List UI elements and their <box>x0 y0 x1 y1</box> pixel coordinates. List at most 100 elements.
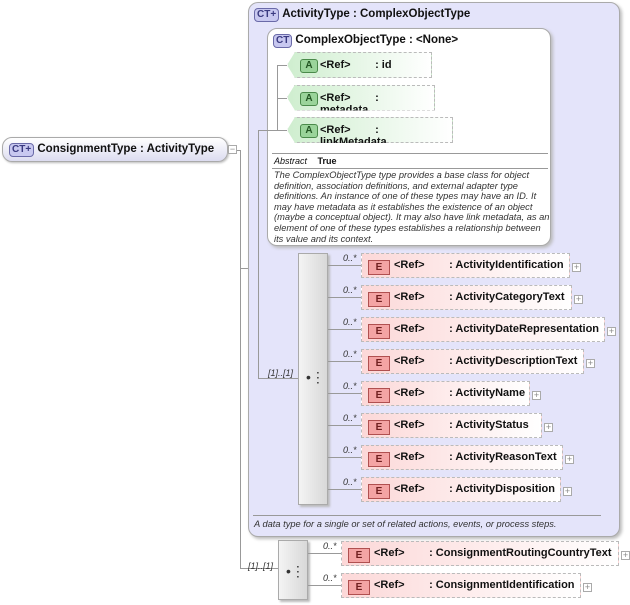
element-node[interactable]: E <Ref> : ConsignmentIdentification <box>341 573 581 598</box>
element-node[interactable]: E <Ref> : ActivityName <box>361 381 530 406</box>
connector <box>240 150 241 568</box>
divider <box>272 153 548 154</box>
connector <box>328 265 361 266</box>
complex-type-icon: CT+ <box>9 143 35 157</box>
expand-button[interactable]: + <box>583 583 592 592</box>
element-icon: E <box>368 356 390 371</box>
element-icon: E <box>348 580 370 595</box>
element-node[interactable]: E <Ref> : ActivityIdentification <box>361 253 570 278</box>
divider <box>272 168 548 169</box>
complex-object-type-title: ComplexObjectType : <None> <box>295 34 459 46</box>
sequence-icon: •⋮ <box>306 369 325 385</box>
element-ref: <Ref> <box>394 291 425 303</box>
element-icon: E <box>368 260 390 275</box>
occurrence-label: 0..* <box>343 413 357 423</box>
element-name: : ActivityStatus <box>449 419 529 431</box>
element-ref: <Ref> <box>374 547 405 559</box>
element-ref: <Ref> <box>394 387 425 399</box>
element-ref: <Ref> <box>394 259 425 271</box>
root-type-label: ConsignmentType : ActivityType <box>37 143 215 155</box>
element-ref: <Ref> <box>394 483 425 495</box>
connector <box>258 130 278 131</box>
element-name: : ActivityCategoryText <box>449 291 565 303</box>
divider <box>253 515 601 516</box>
sequence-compositor[interactable]: •⋮ <box>278 540 308 600</box>
element-icon: E <box>368 388 390 403</box>
element-ref: <Ref> <box>394 323 425 335</box>
element-icon: E <box>368 484 390 499</box>
connector <box>328 393 361 394</box>
sequence-occurrence: [1]..[1] <box>268 368 294 378</box>
expand-button[interactable]: + <box>586 359 595 368</box>
connector <box>328 329 361 330</box>
connector <box>328 297 361 298</box>
element-node[interactable]: E <Ref> : ConsignmentRoutingCountryText <box>341 541 619 566</box>
activity-type-title: ActivityType : ComplexObjectType <box>282 8 471 20</box>
abstract-label: Abstract <box>274 156 308 166</box>
element-name: : ConsignmentIdentification <box>429 579 575 591</box>
sequence-occurrence: [1]..[1] <box>248 561 274 571</box>
attribute-node[interactable]: A <Ref> : metadata <box>287 84 435 111</box>
expand-button[interactable]: + <box>565 455 574 464</box>
occurrence-label: 0..* <box>323 541 337 551</box>
expand-button[interactable]: + <box>572 263 581 272</box>
root-type-node[interactable]: CT+ ConsignmentType : ActivityType <box>2 137 228 162</box>
expand-button[interactable]: + <box>544 423 553 432</box>
element-name: : ActivityDateRepresentation <box>449 323 600 335</box>
element-ref: <Ref> <box>394 451 425 463</box>
attribute-ref: <Ref> <box>320 91 351 104</box>
element-icon: E <box>368 452 390 467</box>
element-name: : ActivityReasonText <box>449 451 557 463</box>
attribute-icon: A <box>300 124 318 138</box>
attribute-ref: <Ref> <box>320 59 351 71</box>
connector <box>258 130 259 378</box>
element-node[interactable]: E <Ref> : ActivityDescriptionText <box>361 349 584 374</box>
complex-type-icon: CT <box>273 34 293 48</box>
expand-button[interactable]: + <box>621 551 630 560</box>
element-name: : ActivityName <box>449 387 526 399</box>
connector <box>328 489 361 490</box>
connector <box>328 361 361 362</box>
attribute-name: : id <box>375 59 392 71</box>
connector <box>258 378 298 379</box>
element-name: : ActivityIdentification <box>449 259 564 271</box>
element-node[interactable]: E <Ref> : ActivityDisposition <box>361 477 561 502</box>
occurrence-label: 0..* <box>343 477 357 487</box>
element-node[interactable]: E <Ref> : ActivityCategoryText <box>361 285 572 310</box>
connector <box>277 130 287 131</box>
expand-button[interactable]: + <box>574 295 583 304</box>
sequence-icon: •⋮ <box>286 563 305 579</box>
element-node[interactable]: E <Ref> : ActivityDateRepresentation <box>361 317 605 342</box>
element-icon: E <box>348 548 370 563</box>
element-node[interactable]: E <Ref> : ActivityReasonText <box>361 445 563 470</box>
element-icon: E <box>368 420 390 435</box>
collapse-button[interactable]: − <box>228 145 237 154</box>
occurrence-label: 0..* <box>343 253 357 263</box>
occurrence-label: 0..* <box>343 285 357 295</box>
complex-type-icon: CT+ <box>254 8 280 22</box>
connector <box>328 457 361 458</box>
attribute-icon: A <box>300 59 318 73</box>
expand-button[interactable]: + <box>532 391 541 400</box>
attribute-node[interactable]: A <Ref> : id <box>287 52 432 78</box>
attribute-node[interactable]: A <Ref> : linkMetadata <box>287 117 453 143</box>
element-node[interactable]: E <Ref> : ActivityStatus <box>361 413 542 438</box>
activity-type-description: A data type for a single or set of relat… <box>254 519 557 529</box>
element-name: : ConsignmentRoutingCountryText <box>429 547 612 559</box>
sequence-compositor[interactable]: •⋮ <box>298 253 328 505</box>
connector <box>277 97 287 99</box>
element-ref: <Ref> <box>394 419 425 431</box>
complex-object-type-description: The ComplexObjectType type provides a ba… <box>274 170 550 244</box>
element-ref: <Ref> <box>374 579 405 591</box>
expand-button[interactable]: + <box>563 487 572 496</box>
occurrence-label: 0..* <box>343 445 357 455</box>
connector <box>308 553 341 554</box>
element-ref: <Ref> <box>394 355 425 367</box>
connector <box>277 65 287 66</box>
element-name: : ActivityDescriptionText <box>449 355 578 367</box>
connector <box>308 585 341 586</box>
occurrence-label: 0..* <box>343 381 357 391</box>
element-icon: E <box>368 324 390 339</box>
occurrence-label: 0..* <box>343 349 357 359</box>
expand-button[interactable]: + <box>607 327 616 336</box>
